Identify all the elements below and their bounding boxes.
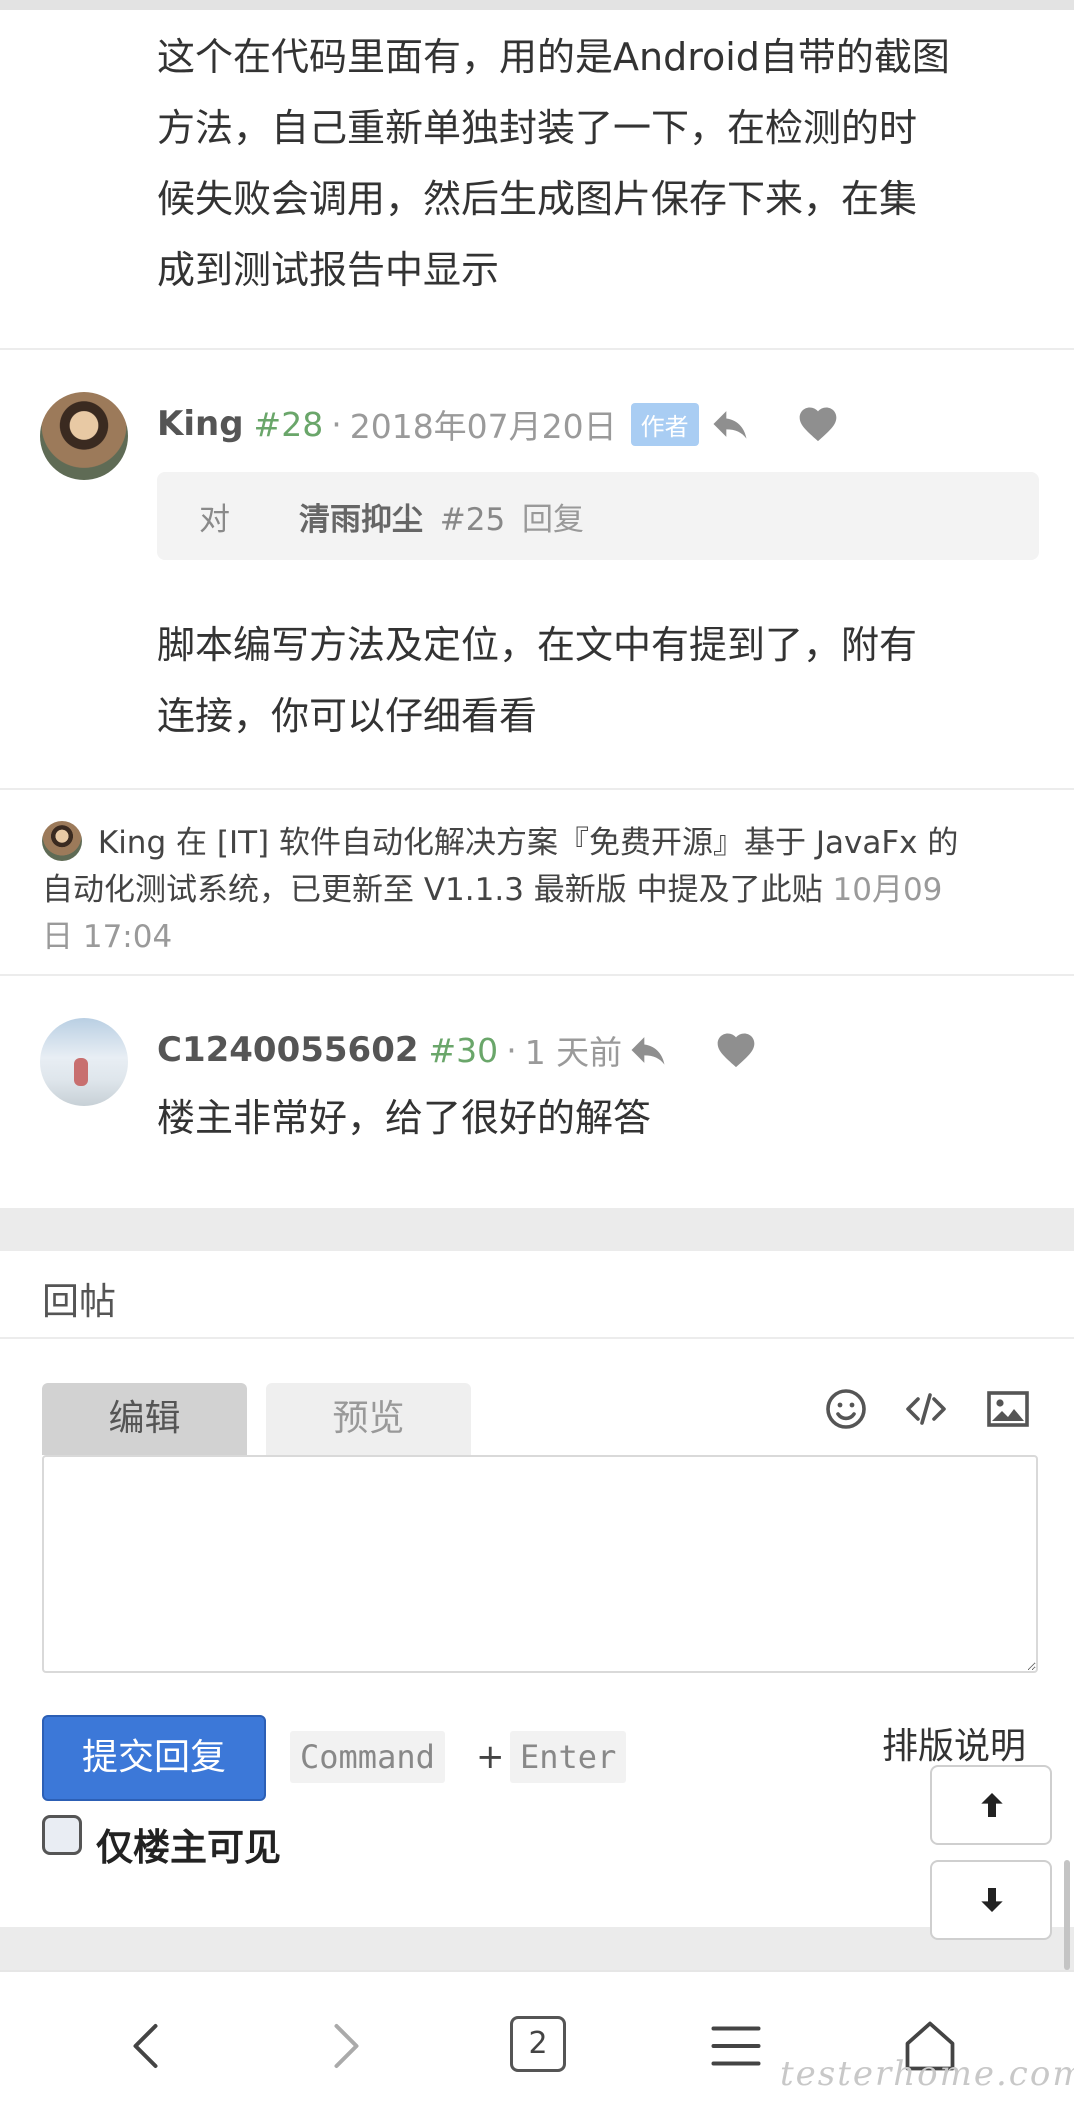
reply-meta: C1240055602 #30 · 1 天前 <box>157 1026 622 1074</box>
reply-to-floor[interactable]: #25 <box>440 502 505 538</box>
owner-only-checkbox[interactable] <box>42 1815 82 1855</box>
post-line: 脚本编写方法及定位，在文中有提到了，附有 <box>157 623 918 667</box>
back-icon <box>133 2024 158 2068</box>
tab-edit[interactable]: 编辑 <box>42 1383 247 1455</box>
reply-date: 2018年07月20日 <box>349 407 617 446</box>
author-badge: 作者 <box>630 402 699 446</box>
image-icon <box>987 1391 1029 1427</box>
scroll-bottom-button[interactable] <box>930 1860 1052 1940</box>
reply-panel-header: 回帖 <box>0 1251 1074 1339</box>
post-line: 楼主非常好，给了很好的解答 <box>157 1096 652 1140</box>
browser-bottom-bar: 2 testerhome.com <box>0 1970 1074 2119</box>
mention-topic-link-cont[interactable]: 自动化测试系统，已更新至 V1.1.3 最新版 <box>42 872 627 908</box>
menu-icon <box>711 2026 761 2066</box>
post-line: 成到测试报告中显示 <box>157 248 500 292</box>
username[interactable]: C1240055602 <box>157 1030 419 1070</box>
tabs-button[interactable]: 2 <box>510 2016 570 2076</box>
heart-icon <box>799 407 837 442</box>
like-button[interactable] <box>796 402 840 446</box>
floor-number[interactable]: #28 <box>254 405 324 444</box>
mention-time: 10月09 <box>832 872 943 908</box>
reply-button[interactable] <box>708 402 752 446</box>
post-line: 这个在代码里面有，用的是Android自带的截图 <box>157 35 950 79</box>
post-line: 连接，你可以仔细看看 <box>157 694 538 738</box>
tab-preview[interactable]: 预览 <box>266 1383 471 1455</box>
reply-to-name[interactable]: 清雨抑尘 <box>299 502 423 538</box>
reply-panel-title: 回帖 <box>42 1280 116 1323</box>
post-line: 候失败会调用，然后生成图片保存下来，在集 <box>157 177 918 221</box>
image-button[interactable] <box>984 1385 1032 1433</box>
mention-topic-link[interactable]: [IT] 软件自动化解决方案『免费开源』基于 JavaFx 的 <box>217 825 959 861</box>
tabs-icon: 2 <box>510 2016 566 2072</box>
forward-icon <box>334 2024 359 2068</box>
reply-to-target[interactable]: 清雨抑尘 #25 回复 <box>299 494 584 539</box>
heart-icon <box>717 1033 755 1068</box>
reply-panel: 回帖 编辑 预览 提交回复 Command + Enter 排版说明 仅楼主可见 <box>0 1251 1074 1927</box>
mention-time-cont: 日 17:04 <box>42 919 173 955</box>
like-button[interactable] <box>714 1028 758 1072</box>
divider <box>0 974 1074 976</box>
reply-to-prefix: 对 <box>199 502 230 538</box>
smile-icon <box>826 1389 866 1429</box>
submit-reply-button[interactable]: 提交回复 <box>42 1715 266 1801</box>
username[interactable]: King <box>157 404 244 444</box>
mention-action: 中提及了此贴 <box>636 872 823 908</box>
top-divider <box>0 0 1074 10</box>
reply-to-quote: 对 清雨抑尘 #25 回复 <box>157 472 1039 560</box>
divider <box>0 788 1074 790</box>
page: 这个在代码里面有，用的是Android自带的截图 方法，自己重新单独封装了一下，… <box>0 0 1074 2119</box>
divider <box>0 348 1074 350</box>
owner-only-label[interactable]: 仅楼主可见 <box>96 1817 281 1871</box>
mention-event: King 在 [IT] 软件自动化解决方案『免费开源』基于 JavaFx 的 自… <box>42 820 1042 961</box>
code-button[interactable] <box>902 1385 950 1433</box>
meta-separator: · <box>331 404 342 444</box>
arrow-down-icon <box>981 1888 1003 1912</box>
code-icon <box>906 1393 946 1425</box>
reply-arrow-icon <box>631 1037 665 1065</box>
arrow-up-icon <box>981 1793 1003 1817</box>
back-button[interactable] <box>118 2016 178 2076</box>
reply-meta: King #28 · 2018年07月20日 作者 <box>157 400 699 448</box>
emoji-button[interactable] <box>822 1385 870 1433</box>
reply-textarea[interactable] <box>42 1455 1038 1673</box>
reply-arrow-icon <box>713 411 747 439</box>
avatar[interactable] <box>40 392 128 480</box>
mention-avatar[interactable] <box>42 821 82 861</box>
watermark: testerhome.com <box>780 2054 1074 2094</box>
comments-list: 这个在代码里面有，用的是Android自带的截图 方法，自己重新单独封装了一下，… <box>0 10 1074 1208</box>
avatar[interactable] <box>40 1018 128 1106</box>
mention-in: 在 <box>176 825 207 861</box>
scroll-top-button[interactable] <box>930 1765 1052 1845</box>
forward-button[interactable] <box>314 2016 374 2076</box>
page-scrollbar[interactable] <box>1064 1860 1070 1970</box>
reply-to-suffix: 回复 <box>522 502 585 538</box>
reply-date: 1 天前 <box>524 1033 623 1072</box>
post-line: 方法，自己重新单独封装了一下，在检测的时 <box>157 106 918 150</box>
reply-button[interactable] <box>626 1028 670 1072</box>
shortcut-key-enter: Enter <box>510 1731 627 1783</box>
formatting-help-link[interactable]: 排版说明 <box>882 1717 1026 1769</box>
shortcut-plus: + <box>476 1737 505 1777</box>
mention-user[interactable]: King <box>98 825 166 861</box>
meta-separator: · <box>506 1030 517 1070</box>
menu-button[interactable] <box>706 2016 766 2076</box>
shortcut-key-command: Command <box>290 1731 445 1783</box>
floor-number[interactable]: #30 <box>429 1031 499 1070</box>
